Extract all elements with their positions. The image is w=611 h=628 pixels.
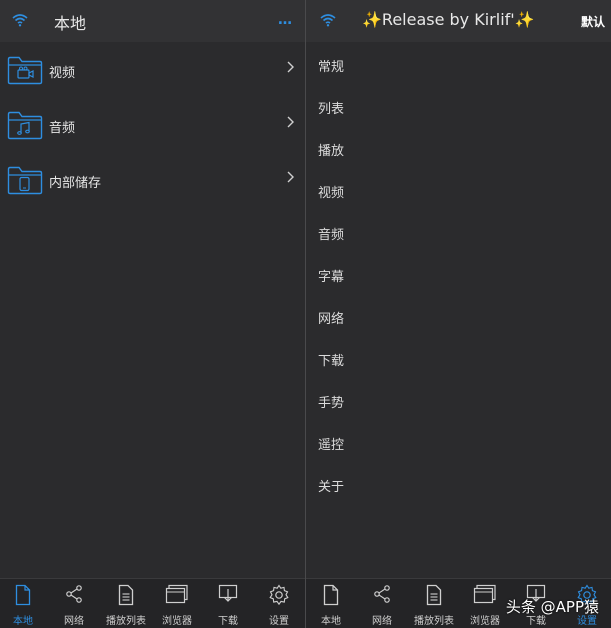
settings-item-download[interactable]: 下载 [318, 350, 344, 369]
tab-network[interactable]: 网络 [356, 579, 408, 628]
document-icon [15, 584, 31, 606]
folder-item-audio[interactable]: 音频 [0, 110, 305, 150]
audio-folder-icon [7, 111, 43, 140]
document-icon [323, 584, 339, 606]
settings-item-list[interactable]: 列表 [318, 98, 344, 117]
browser-icon [473, 584, 496, 604]
folder-label: 视频 [49, 66, 76, 81]
folder-label: 内部储存 [49, 176, 102, 191]
tab-playlist[interactable]: 播放列表 [100, 579, 152, 628]
share-icon [374, 585, 390, 603]
folder-item-internal-storage[interactable]: 内部储存 [0, 165, 305, 205]
tab-playlist[interactable]: 播放列表 [408, 579, 460, 628]
folder-label: 音频 [49, 121, 76, 136]
tab-local[interactable]: 本地 [306, 579, 357, 628]
wifi-icon[interactable] [12, 13, 28, 27]
tab-browser[interactable]: 浏览器 [459, 579, 511, 628]
browser-icon [165, 584, 188, 604]
default-button[interactable]: 默认 [581, 13, 605, 30]
tab-settings[interactable]: 设置 [253, 579, 305, 628]
video-folder-icon [7, 56, 43, 85]
settings-item-playback[interactable]: 播放 [318, 140, 344, 159]
tab-download[interactable]: 下载 [202, 579, 254, 628]
settings-item-general[interactable]: 常规 [318, 56, 344, 75]
page-title: 本地 [54, 14, 87, 33]
settings-item-audio[interactable]: 音频 [318, 224, 344, 243]
settings-item-about[interactable]: 关于 [318, 476, 344, 495]
settings-item-gesture[interactable]: 手势 [318, 392, 344, 411]
share-icon [66, 585, 82, 603]
folder-item-video[interactable]: 视频 [0, 55, 305, 95]
chevron-right-icon [287, 61, 294, 73]
tab-network[interactable]: 网络 [48, 579, 100, 628]
page-title: ✨Release by Kirlif'✨ [362, 10, 535, 29]
settings-item-subtitle[interactable]: 字幕 [318, 266, 344, 285]
more-icon[interactable]: … [278, 12, 293, 28]
tab-bar: 本地 网络 播放列表 浏览器 下载 设置 [0, 578, 305, 628]
settings-item-video[interactable]: 视频 [318, 182, 344, 201]
watermark-text: 头条 @APP猿 [505, 598, 599, 616]
tab-browser[interactable]: 浏览器 [151, 579, 203, 628]
download-icon [218, 584, 238, 602]
tab-local[interactable]: 本地 [0, 579, 49, 628]
chevron-right-icon [287, 171, 294, 183]
settings-item-network[interactable]: 网络 [318, 308, 344, 327]
settings-pane: ✨Release by Kirlif'✨ 默认 常规 列表 播放 视频 音频 字… [306, 0, 611, 628]
top-bar: 本地 … [0, 0, 305, 42]
wifi-icon[interactable] [320, 13, 336, 27]
chevron-right-icon [287, 116, 294, 128]
list-document-icon [426, 584, 442, 606]
list-document-icon [118, 584, 134, 606]
local-pane: 本地 … 视频 音频 内部储存 本地 网络 播放列表 浏览器 下载 设置 [0, 0, 305, 628]
top-bar: ✨Release by Kirlif'✨ 默认 [306, 0, 611, 42]
gear-icon [269, 584, 289, 606]
settings-item-remote[interactable]: 遥控 [318, 434, 344, 453]
phone-folder-icon [7, 166, 43, 195]
